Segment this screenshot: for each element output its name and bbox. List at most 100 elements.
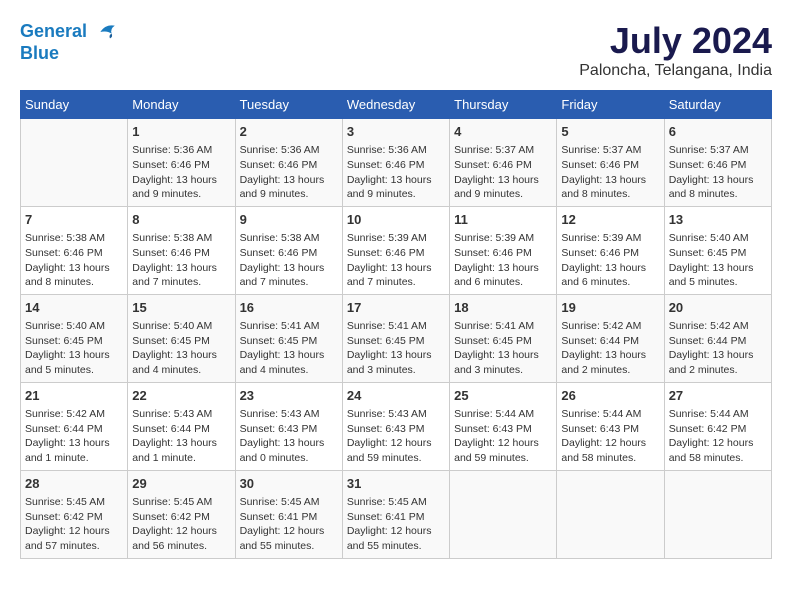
day-info: Sunrise: 5:36 AM Sunset: 6:46 PM Dayligh… <box>240 143 338 202</box>
day-info: Sunrise: 5:42 AM Sunset: 6:44 PM Dayligh… <box>25 407 123 466</box>
day-info: Sunrise: 5:42 AM Sunset: 6:44 PM Dayligh… <box>669 319 767 378</box>
day-number: 4 <box>454 123 552 141</box>
day-info: Sunrise: 5:45 AM Sunset: 6:42 PM Dayligh… <box>25 495 123 554</box>
day-info: Sunrise: 5:40 AM Sunset: 6:45 PM Dayligh… <box>132 319 230 378</box>
day-cell: 28 Sunrise: 5:45 AM Sunset: 6:42 PM Dayli… <box>21 470 128 558</box>
day-info: Sunrise: 5:40 AM Sunset: 6:45 PM Dayligh… <box>669 231 767 290</box>
calendar-table: SundayMondayTuesdayWednesdayThursdayFrid… <box>20 90 772 559</box>
day-number: 6 <box>669 123 767 141</box>
day-cell: 29Sunrise: 5:45 AM Sunset: 6:42 PM Dayli… <box>128 470 235 558</box>
calendar-title: July 2024 <box>579 20 772 62</box>
day-info: Sunrise: 5:37 AM Sunset: 6:46 PM Dayligh… <box>669 143 767 202</box>
day-number: 11 <box>454 211 552 229</box>
day-info: Sunrise: 5:45 AM Sunset: 6:42 PM Dayligh… <box>132 495 230 554</box>
day-cell: 5Sunrise: 5:37 AM Sunset: 6:46 PM Daylig… <box>557 119 664 207</box>
day-number: 12 <box>561 211 659 229</box>
day-cell <box>21 119 128 207</box>
day-cell: 17Sunrise: 5:41 AM Sunset: 6:45 PM Dayli… <box>342 294 449 382</box>
title-section: July 2024 Paloncha, Telangana, India <box>579 20 772 80</box>
day-number: 20 <box>669 299 767 317</box>
day-cell: 15 Sunrise: 5:40 AM Sunset: 6:45 PM Dayli… <box>128 294 235 382</box>
day-number: 9 <box>240 211 338 229</box>
day-info: Sunrise: 5:40 AM Sunset: 6:45 PM Dayligh… <box>25 319 123 378</box>
day-info: Sunrise: 5:39 AM Sunset: 6:46 PM Dayligh… <box>454 231 552 290</box>
day-info: Sunrise: 5:44 AM Sunset: 6:43 PM Dayligh… <box>454 407 552 466</box>
logo-general: General <box>20 21 87 41</box>
day-info: Sunrise: 5:36 AM Sunset: 6:46 PM Dayligh… <box>347 143 445 202</box>
day-number: 10 <box>347 211 445 229</box>
day-number: 24 <box>347 387 445 405</box>
day-info: Sunrise: 5:38 AM Sunset: 6:46 PM Dayligh… <box>132 231 230 290</box>
day-info: Sunrise: 5:37 AM Sunset: 6:46 PM Dayligh… <box>561 143 659 202</box>
header-thursday: Thursday <box>450 91 557 119</box>
day-info: Sunrise: 5:41 AM Sunset: 6:45 PM Dayligh… <box>240 319 338 378</box>
day-number: 14 <box>25 299 123 317</box>
day-cell <box>664 470 771 558</box>
day-number: 16 <box>240 299 338 317</box>
day-number: 21 <box>25 387 123 405</box>
day-info: Sunrise: 5:37 AM Sunset: 6:46 PM Dayligh… <box>454 143 552 202</box>
week-row-1: 1 Sunrise: 5:36 AM Sunset: 6:46 PM Daylig… <box>21 119 772 207</box>
day-number: 28 <box>25 475 123 493</box>
day-number: 1 <box>132 123 230 141</box>
calendar-subtitle: Paloncha, Telangana, India <box>579 62 772 80</box>
day-cell: 23Sunrise: 5:43 AM Sunset: 6:43 PM Dayli… <box>235 382 342 470</box>
day-cell <box>557 470 664 558</box>
header-sunday: Sunday <box>21 91 128 119</box>
day-number: 25 <box>454 387 552 405</box>
day-cell: 9 Sunrise: 5:38 AM Sunset: 6:46 PM Daylig… <box>235 206 342 294</box>
day-cell: 27 Sunrise: 5:44 AM Sunset: 6:42 PM Dayli… <box>664 382 771 470</box>
week-row-3: 14 Sunrise: 5:40 AM Sunset: 6:45 PM Dayli… <box>21 294 772 382</box>
day-cell: 7Sunrise: 5:38 AM Sunset: 6:46 PM Daylig… <box>21 206 128 294</box>
header-wednesday: Wednesday <box>342 91 449 119</box>
week-row-4: 21 Sunrise: 5:42 AM Sunset: 6:44 PM Dayli… <box>21 382 772 470</box>
day-cell: 11 Sunrise: 5:39 AM Sunset: 6:46 PM Dayli… <box>450 206 557 294</box>
day-number: 17 <box>347 299 445 317</box>
day-number: 8 <box>132 211 230 229</box>
header-friday: Friday <box>557 91 664 119</box>
day-cell: 25 Sunrise: 5:44 AM Sunset: 6:43 PM Dayli… <box>450 382 557 470</box>
day-cell: 3 Sunrise: 5:36 AM Sunset: 6:46 PM Daylig… <box>342 119 449 207</box>
day-number: 27 <box>669 387 767 405</box>
day-info: Sunrise: 5:43 AM Sunset: 6:43 PM Dayligh… <box>240 407 338 466</box>
logo-blue: Blue <box>20 44 118 64</box>
day-number: 19 <box>561 299 659 317</box>
day-cell: 31 Sunrise: 5:45 AM Sunset: 6:41 PM Dayli… <box>342 470 449 558</box>
day-info: Sunrise: 5:45 AM Sunset: 6:41 PM Dayligh… <box>240 495 338 554</box>
day-number: 13 <box>669 211 767 229</box>
day-cell: 12Sunrise: 5:39 AM Sunset: 6:46 PM Dayli… <box>557 206 664 294</box>
day-cell: 13 Sunrise: 5:40 AM Sunset: 6:45 PM Dayli… <box>664 206 771 294</box>
day-cell: 1 Sunrise: 5:36 AM Sunset: 6:46 PM Daylig… <box>128 119 235 207</box>
day-info: Sunrise: 5:43 AM Sunset: 6:43 PM Dayligh… <box>347 407 445 466</box>
day-info: Sunrise: 5:38 AM Sunset: 6:46 PM Dayligh… <box>240 231 338 290</box>
day-info: Sunrise: 5:36 AM Sunset: 6:46 PM Dayligh… <box>132 143 230 202</box>
day-number: 26 <box>561 387 659 405</box>
day-cell: 8 Sunrise: 5:38 AM Sunset: 6:46 PM Daylig… <box>128 206 235 294</box>
header-tuesday: Tuesday <box>235 91 342 119</box>
day-cell: 30 Sunrise: 5:45 AM Sunset: 6:41 PM Dayli… <box>235 470 342 558</box>
day-cell: 10 Sunrise: 5:39 AM Sunset: 6:46 PM Dayli… <box>342 206 449 294</box>
day-cell: 6 Sunrise: 5:37 AM Sunset: 6:46 PM Daylig… <box>664 119 771 207</box>
day-info: Sunrise: 5:44 AM Sunset: 6:42 PM Dayligh… <box>669 407 767 466</box>
day-cell: 16 Sunrise: 5:41 AM Sunset: 6:45 PM Dayli… <box>235 294 342 382</box>
day-info: Sunrise: 5:43 AM Sunset: 6:44 PM Dayligh… <box>132 407 230 466</box>
day-info: Sunrise: 5:42 AM Sunset: 6:44 PM Dayligh… <box>561 319 659 378</box>
day-cell: 2Sunrise: 5:36 AM Sunset: 6:46 PM Daylig… <box>235 119 342 207</box>
day-cell: 4 Sunrise: 5:37 AM Sunset: 6:46 PM Daylig… <box>450 119 557 207</box>
week-row-5: 28 Sunrise: 5:45 AM Sunset: 6:42 PM Dayli… <box>21 470 772 558</box>
day-number: 18 <box>454 299 552 317</box>
header-saturday: Saturday <box>664 91 771 119</box>
day-info: Sunrise: 5:39 AM Sunset: 6:46 PM Dayligh… <box>347 231 445 290</box>
day-info: Sunrise: 5:38 AM Sunset: 6:46 PM Dayligh… <box>25 231 123 290</box>
day-cell: 18Sunrise: 5:41 AM Sunset: 6:45 PM Dayli… <box>450 294 557 382</box>
day-info: Sunrise: 5:44 AM Sunset: 6:43 PM Dayligh… <box>561 407 659 466</box>
logo-bird-icon <box>94 20 118 44</box>
day-cell: 24 Sunrise: 5:43 AM Sunset: 6:43 PM Dayli… <box>342 382 449 470</box>
day-number: 30 <box>240 475 338 493</box>
day-info: Sunrise: 5:45 AM Sunset: 6:41 PM Dayligh… <box>347 495 445 554</box>
day-number: 15 <box>132 299 230 317</box>
day-number: 3 <box>347 123 445 141</box>
header-row: SundayMondayTuesdayWednesdayThursdayFrid… <box>21 91 772 119</box>
day-cell: 22Sunrise: 5:43 AM Sunset: 6:44 PM Dayli… <box>128 382 235 470</box>
day-number: 31 <box>347 475 445 493</box>
